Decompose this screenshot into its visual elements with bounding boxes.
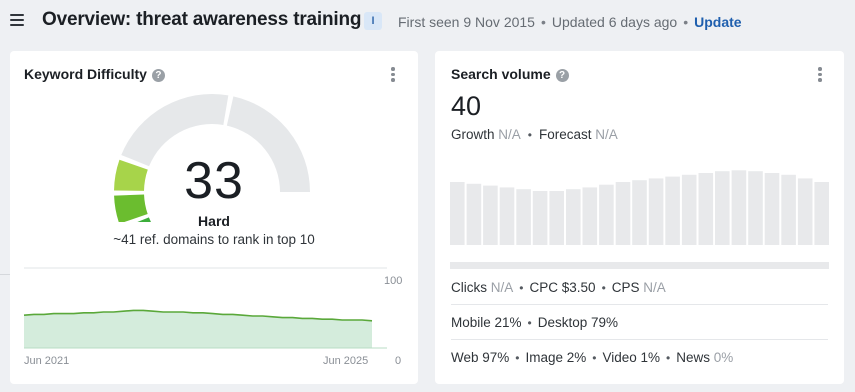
- separator-dot: •: [683, 14, 689, 30]
- volume-bar[interactable]: [615, 182, 631, 245]
- x-start-label: Jun 2021: [24, 355, 70, 367]
- menu-icon[interactable]: [10, 14, 24, 26]
- divider: [0, 274, 10, 275]
- first-seen-text: First seen 9 Nov 2015: [398, 14, 535, 30]
- volume-bar[interactable]: [781, 174, 796, 245]
- x-end-label: Jun 2025: [323, 355, 369, 367]
- search-volume-title: Search volume?: [451, 66, 569, 82]
- info-badge[interactable]: I: [364, 12, 382, 30]
- history-area: [24, 310, 372, 348]
- volume-bar[interactable]: [665, 176, 680, 245]
- separator-dot: •: [540, 14, 546, 30]
- volume-bar[interactable]: [499, 187, 515, 245]
- y-tick-bottom: 0: [395, 355, 402, 367]
- page-meta: First seen 9 Nov 2015 • Updated 6 days ago…: [398, 14, 742, 30]
- volume-bar[interactable]: [632, 180, 647, 245]
- search-type-row: Web 97% • Image 2% • Video 1% • News 0%: [451, 350, 734, 365]
- more-options-icon[interactable]: [390, 67, 396, 83]
- volume-bar[interactable]: [466, 183, 482, 245]
- volume-bar[interactable]: [532, 191, 548, 245]
- volume-bar[interactable]: [715, 171, 730, 245]
- volume-bar[interactable]: [748, 171, 763, 245]
- help-icon[interactable]: ?: [151, 69, 165, 82]
- volume-bar[interactable]: [516, 189, 531, 245]
- difficulty-level: Hard: [198, 213, 230, 229]
- search-volume-card: Search volume? 40 Growth N/A • Forecast N/…: [435, 51, 844, 384]
- update-link[interactable]: Update: [694, 14, 741, 30]
- y-tick-top: 100: [384, 275, 403, 287]
- volume-bar[interactable]: [483, 185, 498, 245]
- search-volume-chart: [450, 170, 829, 269]
- range-scrollbar[interactable]: [450, 262, 829, 269]
- volume-bar[interactable]: [681, 174, 697, 245]
- volume-bar[interactable]: [731, 170, 747, 245]
- clicks-cpc-cps-row: Clicks N/A • CPC $3.50 • CPS N/A: [451, 280, 666, 295]
- ref-domains-note: ~41 ref. domains to rank in top 10: [113, 232, 315, 247]
- volume-bar[interactable]: [698, 173, 714, 245]
- page-title: Overview: threat awareness training: [42, 9, 362, 30]
- volume-bar[interactable]: [764, 173, 780, 245]
- volume-bar[interactable]: [797, 178, 813, 245]
- volume-bar[interactable]: [566, 189, 581, 245]
- volume-bars: [450, 170, 829, 245]
- updated-text: Updated 6 days ago: [551, 14, 678, 30]
- volume-bar[interactable]: [814, 182, 829, 245]
- device-split-row: Mobile 21% • Desktop 79%: [451, 315, 619, 330]
- search-volume-value: 40: [451, 91, 482, 121]
- more-options-icon[interactable]: [817, 67, 823, 83]
- help-icon[interactable]: ?: [555, 69, 569, 82]
- divider: [451, 304, 828, 305]
- difficulty-score: 33: [184, 152, 244, 210]
- keyword-difficulty-card: Keyword Difficulty? 33 Hard ~41 ref. dom…: [10, 51, 418, 384]
- volume-bar[interactable]: [549, 191, 564, 245]
- volume-bar[interactable]: [599, 184, 614, 245]
- growth-forecast-row: Growth N/A • Forecast N/A: [451, 127, 618, 142]
- volume-bar[interactable]: [450, 182, 465, 245]
- divider: [451, 339, 828, 340]
- keyword-difficulty-title: Keyword Difficulty?: [24, 66, 165, 82]
- volume-bar[interactable]: [648, 178, 664, 245]
- volume-bar[interactable]: [582, 187, 598, 245]
- page-header: Overview: threat awareness training I Fi…: [0, 0, 855, 42]
